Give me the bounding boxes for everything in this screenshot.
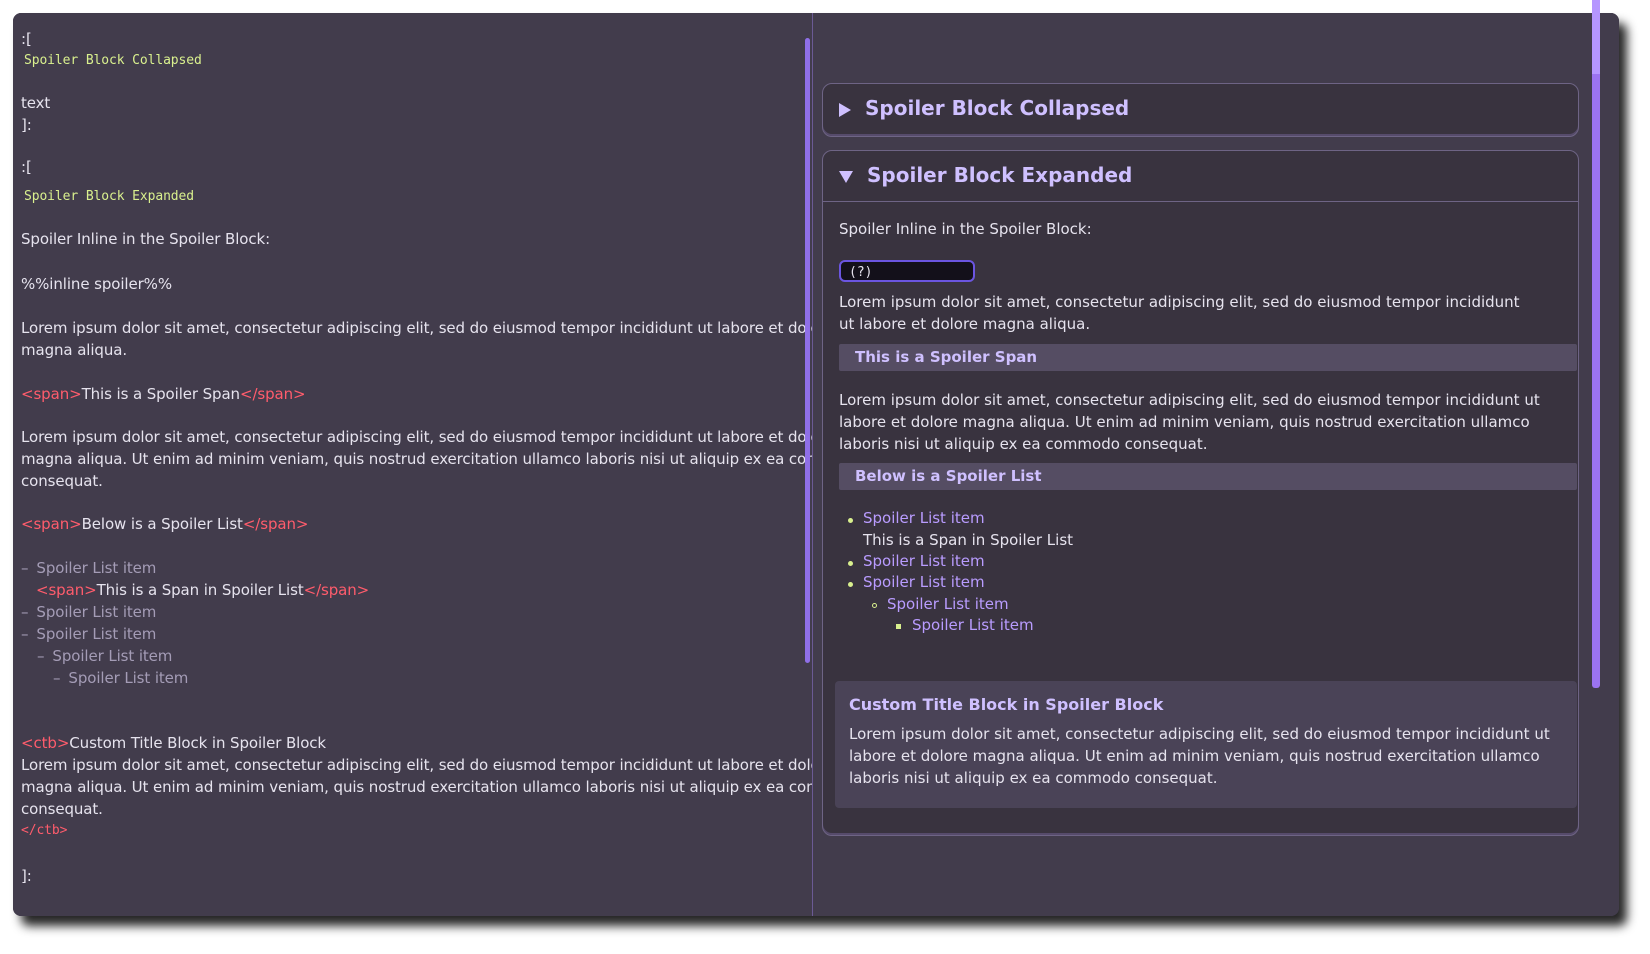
editor-line-text: magna aliqua. Ut enim ad minim veniam, q… xyxy=(21,450,863,468)
title-divider xyxy=(823,201,1578,202)
html-tag: <ctb> xyxy=(21,734,70,752)
editor-line-close: ]: xyxy=(21,867,32,885)
preview-scrollbar[interactable] xyxy=(1592,0,1600,688)
custom-title-block: Custom Title Block in Spoiler Block Lore… xyxy=(835,681,1577,808)
spoiler-title[interactable]: Spoiler Block Expanded xyxy=(839,163,1132,187)
list-item: Spoiler List item xyxy=(912,616,1034,634)
editor-line-text: Lorem ipsum dolor sit amet, consectetur … xyxy=(21,428,835,446)
editor-line-span: <span>This is a Span in Spoiler List</sp… xyxy=(36,581,369,599)
markdown-editor[interactable]: :[ Spoiler Block Collapsed text ]: :[ Sp… xyxy=(13,13,863,916)
expand-arrow-icon[interactable] xyxy=(839,102,851,117)
editor-line-open: :[ xyxy=(21,158,32,176)
spoiler-title-text: Spoiler Block Expanded xyxy=(867,163,1133,187)
list-item-text: Spoiler List item xyxy=(68,669,189,687)
html-tag: </span> xyxy=(242,515,309,533)
editor-line-ctb: <ctb>Custom Title Block in Spoiler Block xyxy=(21,734,326,752)
list-item-text: Spoiler List item xyxy=(36,559,157,577)
inline-label: Spoiler Inline in the Spoiler Block: xyxy=(839,220,1092,238)
ctb-title-text: Custom Title Block in Spoiler Block xyxy=(69,734,327,752)
editor-list-item: – Spoiler List item xyxy=(21,625,156,643)
editor-line-text: text xyxy=(21,94,51,112)
bullet-icon xyxy=(848,561,853,566)
paragraph: Lorem ipsum dolor sit amet, consectetur … xyxy=(839,293,1520,333)
spoiler-block-collapsed[interactable]: Spoiler Block Collapsed xyxy=(822,83,1579,137)
editor-line-text: Spoiler Inline in the Spoiler Block: xyxy=(21,230,271,248)
editor-line-text: magna aliqua. Ut enim ad minim veniam, q… xyxy=(21,778,863,796)
editor-line-text: magna aliqua. xyxy=(21,341,128,359)
list-item-text: Spoiler List item xyxy=(36,625,157,643)
editor-line-open: :[ xyxy=(21,30,32,48)
list-item: Spoiler List item xyxy=(863,552,985,570)
spoiler-title-text: Spoiler Block Collapsed xyxy=(865,96,1130,120)
list-dash: – xyxy=(21,625,29,643)
list-dash: – xyxy=(37,647,45,665)
editor-line-text: %%inline spoiler%% xyxy=(21,275,172,293)
spoiler-span[interactable]: Below is a Spoiler List xyxy=(839,463,1577,490)
span-text: This is a Spoiler Span xyxy=(81,385,241,403)
preview-scrollbar-thumb[interactable] xyxy=(1592,0,1600,74)
editor-line-span: <span>Below is a Spoiler List</span> xyxy=(21,515,308,533)
editor-line-text: Lorem ipsum dolor sit amet, consectetur … xyxy=(21,756,835,774)
collapse-arrow-icon[interactable] xyxy=(839,170,853,183)
html-tag: </span> xyxy=(239,385,306,403)
editor-list-item: – Spoiler List item xyxy=(21,559,156,577)
bullet-icon xyxy=(848,582,853,587)
html-tag: </ctb> xyxy=(21,823,68,838)
spoiler-block-expanded: Spoiler Block Expanded Spoiler Inline in… xyxy=(822,150,1579,836)
span-text: Below is a Spoiler List xyxy=(81,515,243,533)
list-item-text: Spoiler List item xyxy=(36,603,157,621)
span-text: This is a Span in Spoiler List xyxy=(96,581,304,599)
bullet-icon xyxy=(848,518,853,523)
list-dash: – xyxy=(21,603,29,621)
editor-line-text: Lorem ipsum dolor sit amet, consectetur … xyxy=(21,319,835,337)
list-item: Spoiler List item xyxy=(863,509,985,527)
custom-title-block-title: Custom Title Block in Spoiler Block xyxy=(849,695,1164,714)
html-tag: <span> xyxy=(21,515,82,533)
editor-line-text: consequat. xyxy=(21,472,103,490)
editor-line-close: ]: xyxy=(21,116,32,134)
spoiler-title[interactable]: Spoiler Block Collapsed xyxy=(839,96,1129,120)
list-item-span[interactable]: This is a Span in Spoiler List xyxy=(863,531,1073,549)
list-dash: – xyxy=(21,559,29,577)
editor-list-item: – Spoiler List item xyxy=(53,669,188,687)
editor-list-item: – Spoiler List item xyxy=(21,603,156,621)
custom-title-block-text: Lorem ipsum dolor sit amet, consectetur … xyxy=(849,725,1550,787)
bullet-square-icon xyxy=(896,624,901,629)
html-tag: </span> xyxy=(303,581,370,599)
list-item: Spoiler List item xyxy=(887,595,1009,613)
editor-list-item: – Spoiler List item xyxy=(37,647,172,665)
editor-scrollbar[interactable] xyxy=(805,38,810,663)
editor-line-text: consequat. xyxy=(21,800,103,818)
inline-spoiler[interactable]: (?) xyxy=(839,260,975,282)
list-item: Spoiler List item xyxy=(863,573,985,591)
list-item-text: Spoiler List item xyxy=(52,647,173,665)
editor-line-code-title: Spoiler Block Collapsed xyxy=(24,53,202,68)
spoiler-span[interactable]: This is a Spoiler Span xyxy=(839,344,1577,371)
html-tag: <span> xyxy=(21,385,82,403)
bullet-ring-icon xyxy=(872,603,877,608)
list-dash: – xyxy=(53,669,61,687)
editor-line-code-title: Spoiler Block Expanded xyxy=(24,189,194,204)
editor-line-span: <span>This is a Spoiler Span</span> xyxy=(21,385,306,403)
paragraph: Lorem ipsum dolor sit amet, consectetur … xyxy=(839,391,1540,453)
html-tag: <span> xyxy=(36,581,97,599)
